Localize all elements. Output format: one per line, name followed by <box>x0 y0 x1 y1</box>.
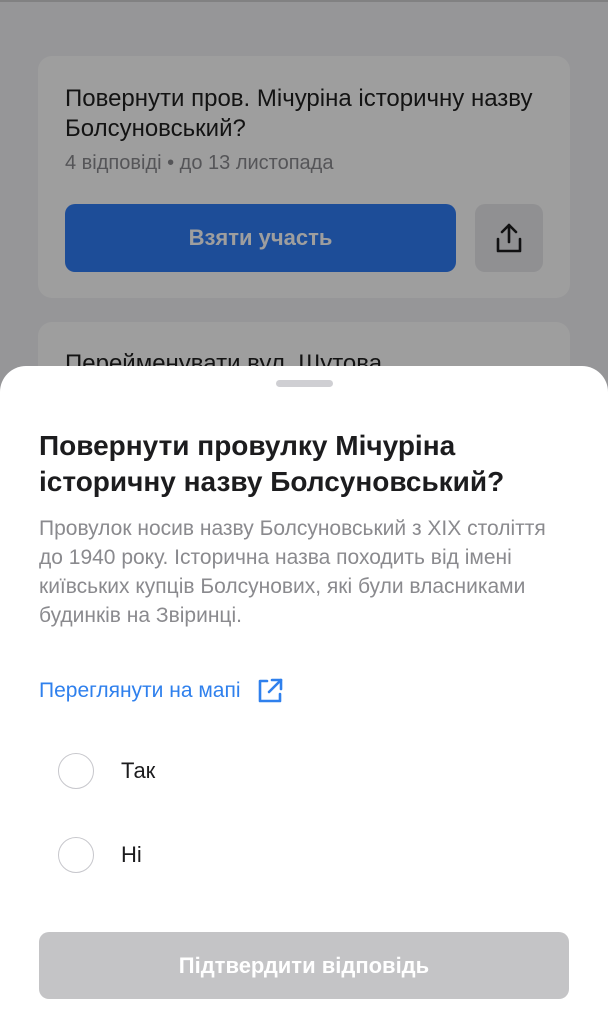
sheet-title: Повернути провулку Мічуріна історичну на… <box>39 430 505 497</box>
radio-button[interactable] <box>58 753 94 789</box>
confirm-answer-button[interactable]: Підтвердити відповідь <box>39 932 569 999</box>
view-on-map-label: Переглянути на мапі <box>39 679 241 702</box>
option-no[interactable]: Ні <box>58 837 142 873</box>
option-label: Ні <box>121 842 142 867</box>
view-on-map-link[interactable]: Переглянути на мапі <box>39 676 285 706</box>
external-link-icon <box>258 678 282 703</box>
option-label: Так <box>121 758 156 783</box>
option-yes[interactable]: Так <box>58 753 155 789</box>
bottom-sheet: Повернути провулку Мічуріна історичну на… <box>0 366 608 1009</box>
sheet-description: Провулок носив назву Болсуновський з XIX… <box>39 517 546 627</box>
radio-button[interactable] <box>58 837 94 873</box>
sheet-drag-handle[interactable] <box>276 380 333 387</box>
